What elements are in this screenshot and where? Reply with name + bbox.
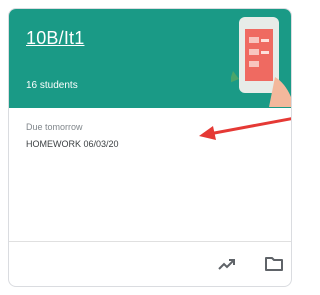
open-folder-button[interactable] [262,252,286,276]
class-card-body: Due tomorrow HOMEWORK 06/03/20 [9,108,291,242]
phone-illustration-icon [231,17,291,107]
red-arrow-icon [199,117,291,140]
student-count: 16 students [26,80,78,91]
class-card-header[interactable]: 10B/It1 16 students [9,9,291,108]
folder-icon [265,257,283,271]
class-card-footer [9,241,291,286]
trending-up-icon [218,259,235,270]
class-title-link[interactable]: 10B/It1 [26,28,84,49]
due-label: Due tomorrow [26,122,83,132]
open-gradebook-button[interactable] [215,252,239,276]
class-card: 10B/It1 16 students Due tomorrow HOMEWOR… [8,8,292,287]
assignment-link[interactable]: HOMEWORK 06/03/20 [26,139,119,149]
